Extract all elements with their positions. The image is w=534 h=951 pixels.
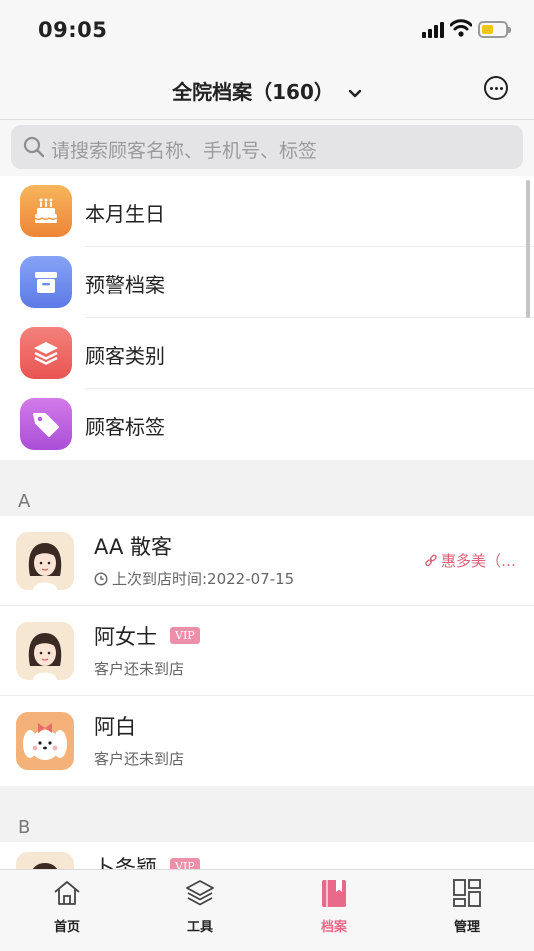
menu-item-customer-category[interactable]: 顾客类别 — [0, 318, 534, 389]
search-placeholder: 请搜索顾客名称、手机号、标签 — [51, 140, 318, 162]
status-bar: 09:05 — [0, 0, 534, 62]
section-header-b: B — [0, 786, 534, 842]
nav-bar: 全院档案（160） — [0, 62, 534, 120]
customer-row[interactable]: 卜条颖 VIP — [0, 842, 534, 869]
menu-item-label: 顾客类别 — [85, 344, 165, 368]
scrollbar[interactable] — [526, 180, 530, 318]
chevron-down-icon — [348, 89, 362, 97]
menu-item-customer-tags[interactable]: 顾客标签 — [0, 389, 534, 460]
menu-item-label: 本月生日 — [85, 202, 165, 226]
customer-list-b: 卜条颖 VIP — [0, 842, 534, 869]
tab-label: 管理 — [453, 920, 480, 935]
customer-avatar — [16, 622, 74, 680]
tag-icon — [20, 398, 72, 450]
layers-icon — [186, 880, 214, 906]
archive-box-icon — [20, 256, 72, 308]
search-area: 请搜索顾客名称、手机号、标签 — [0, 120, 534, 176]
status-time: 09:05 — [38, 18, 108, 42]
layers-icon — [20, 327, 72, 379]
customer-avatar — [16, 532, 74, 590]
vip-badge: VIP — [170, 627, 200, 644]
customer-avatar — [16, 852, 74, 869]
link-icon — [425, 554, 437, 567]
tab-label: 首页 — [53, 920, 80, 935]
search-input[interactable]: 请搜索顾客名称、手机号、标签 — [11, 125, 523, 169]
menu-item-warning-archive[interactable]: 预警档案 — [0, 247, 534, 318]
customer-list-a: AA 散客 上次到店时间:2022-07-15 惠多美（… 阿女士 VIP 客户… — [0, 516, 534, 786]
tab-manage[interactable]: 管理 — [400, 870, 534, 951]
tab-label: 工具 — [186, 920, 213, 935]
customer-name: 卜条颖 — [94, 856, 157, 869]
archive-scope-dropdown[interactable]: 全院档案（160） — [0, 76, 534, 105]
menu-item-label: 顾客标签 — [85, 415, 165, 439]
tab-bar: 首页 工具 档案 管理 — [0, 869, 534, 951]
menu-item-label: 预警档案 — [85, 273, 165, 297]
store-link[interactable]: 惠多美（… — [424, 550, 516, 571]
clock-icon — [94, 572, 108, 586]
tab-label: 档案 — [320, 920, 347, 935]
bookmark-book-icon — [322, 880, 346, 907]
section-header-a: A — [0, 460, 534, 516]
menu-item-birthday[interactable]: 本月生日 — [0, 176, 534, 247]
customer-row[interactable]: 阿白 客户还未到店 — [0, 696, 534, 786]
more-options-button[interactable] — [484, 76, 508, 100]
customer-name: AA 散客 — [94, 535, 172, 559]
search-icon — [23, 136, 45, 158]
tab-archive[interactable]: 档案 — [267, 870, 401, 951]
customer-row[interactable]: 阿女士 VIP 客户还未到店 — [0, 606, 534, 696]
battery-icon — [478, 21, 511, 38]
visit-status: 客户还未到店 — [94, 750, 185, 768]
last-visit-info: 上次到店时间:2022-07-15 — [94, 568, 294, 589]
grid-icon — [453, 879, 481, 907]
page-title: 全院档案（160） — [172, 80, 334, 104]
tab-home[interactable]: 首页 — [0, 870, 134, 951]
wifi-icon — [450, 19, 472, 37]
home-icon — [54, 881, 80, 905]
customer-avatar — [16, 712, 74, 770]
customer-name: 阿白 — [94, 715, 136, 739]
quick-menu: 本月生日 预警档案 顾客类别 顾客标签 — [0, 176, 534, 460]
cellular-signal-icon — [422, 22, 444, 38]
vip-badge: VIP — [170, 858, 200, 869]
customer-row[interactable]: AA 散客 上次到店时间:2022-07-15 惠多美（… — [0, 516, 534, 606]
customer-name: 阿女士 — [94, 625, 157, 649]
visit-status: 客户还未到店 — [94, 660, 185, 678]
cake-icon — [20, 185, 72, 237]
tab-tools[interactable]: 工具 — [133, 870, 267, 951]
